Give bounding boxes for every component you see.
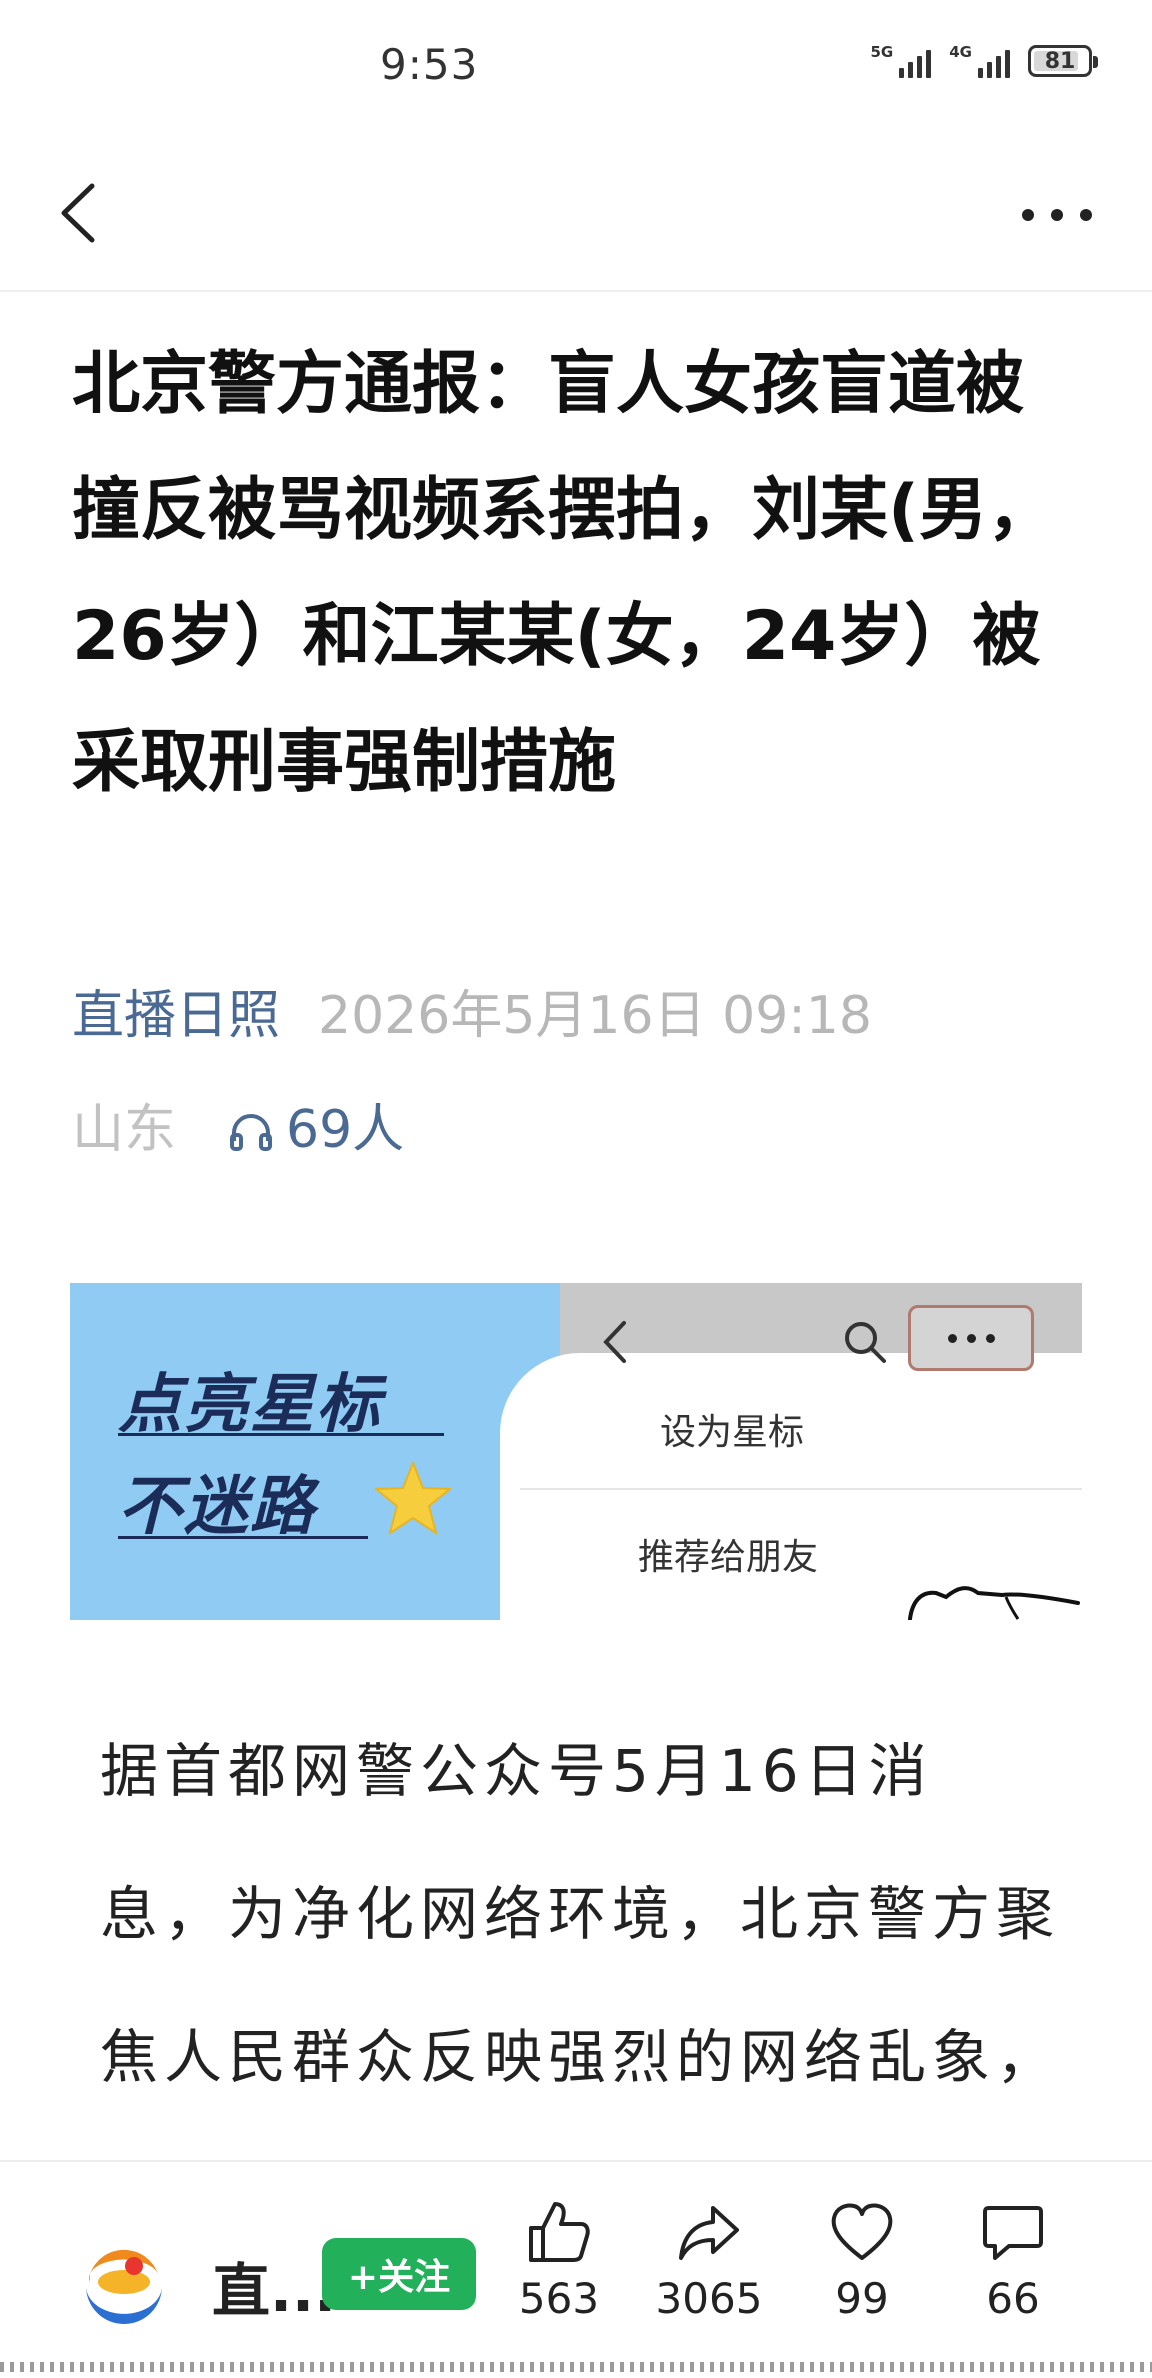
share-arrow-icon	[679, 2206, 739, 2260]
listen-button[interactable]: 69人	[226, 1090, 404, 1170]
bottom-edge-pattern	[0, 2362, 1152, 2372]
status-icons: 5G 4G 81	[871, 44, 1098, 78]
battery-level: 81	[1044, 48, 1076, 74]
banner-headline-1: 点亮星标	[118, 1367, 382, 1442]
listener-count: 69人	[286, 1100, 405, 1160]
battery-icon: 81	[1028, 45, 1098, 77]
comment-button[interactable]: 66	[948, 2198, 1078, 2323]
chevron-left-icon	[603, 1321, 626, 1363]
heart-icon	[831, 2203, 893, 2260]
more-dots-icon	[908, 1305, 1034, 1371]
banner-underline	[118, 1536, 368, 1539]
back-button[interactable]	[40, 168, 130, 258]
banner-headline-2: 不迷路	[118, 1469, 316, 1544]
article-meta-secondary: 山东 69人	[72, 1090, 404, 1170]
more-dots-icon	[1022, 209, 1034, 221]
bottom-action-bar: 直... +关注 563 3065 99 66	[0, 2160, 1152, 2378]
favorite-button[interactable]: 99	[797, 2198, 927, 2323]
article-meta: 直播日照 2026年5月16日 09:18	[72, 976, 872, 1056]
star-icon	[375, 1461, 451, 1535]
like-button[interactable]: 563	[494, 2198, 624, 2323]
status-bar: 9:53 5G 4G 81	[0, 0, 1152, 130]
status-time: 9:53	[380, 40, 479, 89]
headphones-icon	[230, 1114, 273, 1151]
favorite-count: 99	[835, 2274, 889, 2323]
menu-recommend: 推荐给朋友	[638, 1537, 819, 1578]
article-title: 北京警方通报：盲人女孩盲道被撞反被骂视频系摆拍，刘某(男，26岁）和江某某(女，…	[72, 345, 1056, 802]
banner-underline	[118, 1433, 444, 1436]
comment-count: 66	[986, 2274, 1040, 2323]
follow-button[interactable]: +关注	[322, 2238, 476, 2310]
more-button[interactable]	[1012, 180, 1102, 250]
star-promo-banner[interactable]: 点亮星标 不迷路 设为星标 推荐给朋友	[70, 1283, 1082, 1620]
share-button[interactable]: 3065	[644, 2198, 774, 2323]
like-count: 563	[518, 2274, 600, 2323]
menu-divider	[520, 1488, 1082, 1490]
publish-date: 2026年5月16日 09:18	[318, 986, 872, 1046]
region-label: 山东	[72, 1100, 177, 1160]
chevron-left-icon	[61, 183, 95, 243]
signal-5g-label: 5G	[870, 43, 894, 61]
account-name[interactable]: 直...	[212, 2244, 336, 2328]
signal-4g-icon: 4G	[949, 44, 1010, 78]
account-logo-avatar[interactable]	[76, 2234, 172, 2330]
pointing-hand-icon	[908, 1586, 1080, 1620]
comment-bubble-icon	[983, 2206, 1043, 2260]
signal-4g-label: 4G	[949, 43, 972, 61]
share-count: 3065	[655, 2274, 763, 2323]
signal-5g-icon: 5G	[871, 44, 932, 78]
nav-bar	[0, 140, 1152, 292]
search-icon	[845, 1322, 886, 1363]
thumbs-up-icon	[529, 2202, 590, 2262]
source-account-link[interactable]: 直播日照	[72, 986, 280, 1046]
menu-set-star: 设为星标	[660, 1412, 805, 1453]
